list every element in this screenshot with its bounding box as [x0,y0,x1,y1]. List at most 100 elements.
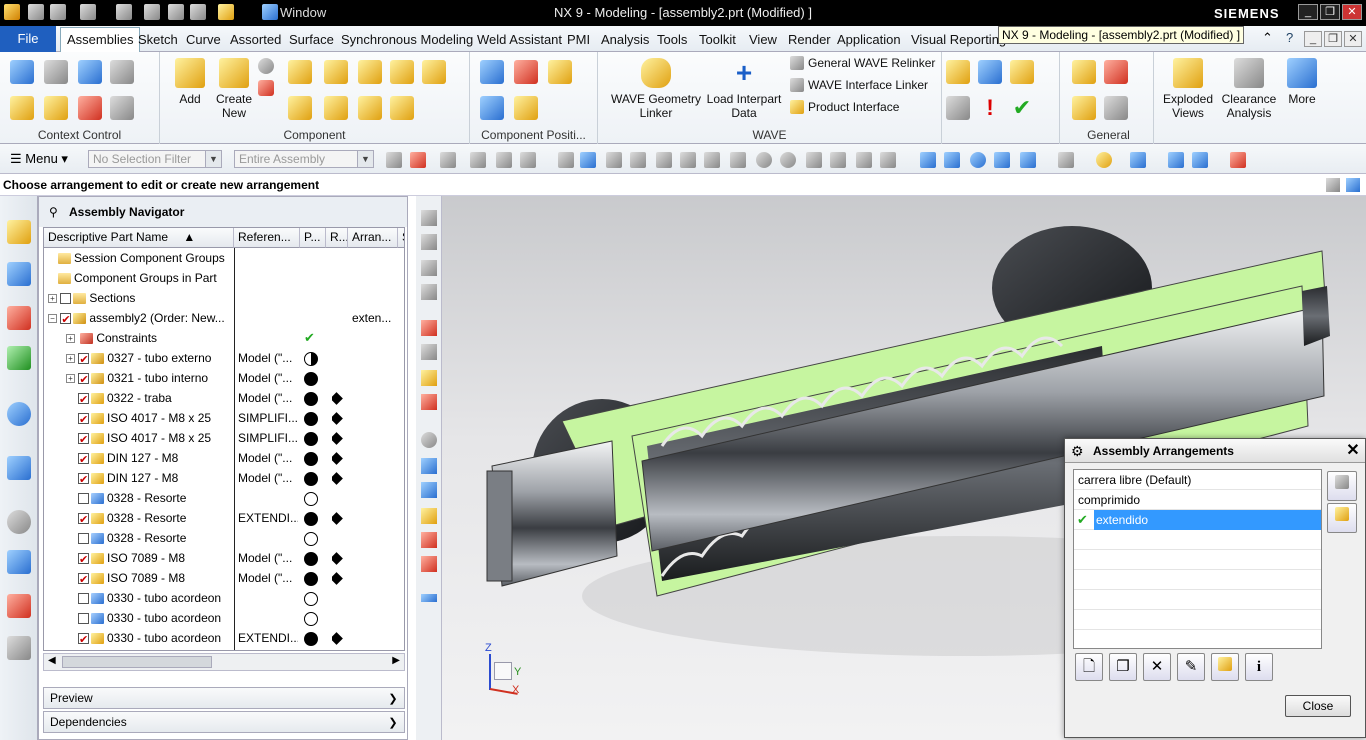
general-wave-relinker-button[interactable]: General WAVE Relinker [790,56,935,70]
visibility-checkbox[interactable] [78,390,89,408]
column-header-s[interactable]: S [398,228,404,248]
preview-section[interactable]: Preview ❯ [43,687,405,709]
arc-center-icon[interactable] [756,152,772,168]
status-icon-2[interactable] [1346,178,1360,192]
selection-scope-dropdown[interactable]: Entire Assembly ▼ [234,150,374,168]
part-navigator-icon[interactable] [7,306,31,330]
scrollbar-thumb[interactable] [62,656,212,668]
general-icon-2[interactable] [1104,60,1128,84]
clip-section-icon[interactable] [1192,152,1208,168]
visibility-checkbox[interactable] [78,570,89,588]
delete-component-icon[interactable] [288,96,312,120]
edit-section-icon[interactable] [1168,152,1184,168]
rotate-view-icon[interactable] [970,152,986,168]
visibility-checkbox[interactable] [78,593,89,605]
dependencies-section[interactable]: Dependencies ❯ [43,711,405,733]
tab-file[interactable]: File [0,26,56,52]
component-array-icon[interactable] [324,60,348,84]
close-component-icon[interactable] [78,96,102,120]
point-on-face-icon[interactable] [856,152,872,168]
constraint-navigator-icon[interactable] [7,262,31,286]
endpoint-icon[interactable] [656,152,672,168]
general-icon-1[interactable] [1072,60,1096,84]
expand-icon[interactable]: + [66,334,75,344]
horizontal-scrollbar[interactable]: ◀ ▶ [43,653,405,671]
view-icon-14[interactable] [421,556,437,572]
replace-component-icon[interactable] [78,60,102,84]
info-button[interactable]: i [1245,653,1273,681]
arrangement-item-selected[interactable]: ✔ extendido [1074,510,1321,530]
view-icon-2[interactable] [421,234,437,250]
pan-icon[interactable] [994,152,1010,168]
view-icon-4[interactable] [421,284,437,300]
wave-icon[interactable] [422,60,446,84]
visibility-checkbox[interactable] [60,293,72,305]
assembly-constraints-icon[interactable] [514,60,538,84]
assembly-navigator-icon[interactable] [7,220,31,244]
refresh-links-icon[interactable] [1010,60,1034,84]
pin-icon[interactable]: ⚲ [49,205,58,219]
select-icon[interactable] [496,152,512,168]
show-constraints-icon[interactable] [548,60,572,84]
table-row[interactable]: Component Groups in Part [44,268,404,288]
tab-synchronous-modeling[interactable]: Synchronous Modeling [341,32,473,47]
check-icon[interactable]: ✔ [1010,96,1034,120]
help-icon[interactable]: ? [1286,30,1293,45]
tab-application[interactable]: Application [837,32,901,47]
expand-icon[interactable]: + [48,294,57,304]
arrangement-item[interactable]: carrera libre (Default) [1074,470,1321,490]
more-button[interactable]: More [1282,58,1322,106]
tab-assorted[interactable]: Assorted [230,32,281,47]
column-header-name[interactable]: Descriptive Part Name ▲ [44,228,234,248]
visibility-checkbox[interactable] [78,533,89,545]
table-row[interactable]: + Constraints ✔ [44,328,404,348]
fit-icon[interactable] [920,152,936,168]
set-displayed-part-icon[interactable] [44,60,68,84]
clearance-analysis-button[interactable]: Clearance Analysis [1218,58,1280,120]
visibility-checkbox[interactable] [78,550,89,568]
snap-point-icon-1[interactable] [606,152,622,168]
web-browser-icon[interactable] [7,456,31,480]
doc-restore-button[interactable]: ❐ [1324,31,1342,47]
column-header-reference[interactable]: Referen... [234,228,300,248]
visibility-checkbox[interactable] [78,470,89,488]
table-row[interactable]: + Sections [44,288,404,308]
part-info-icon[interactable] [946,96,970,120]
table-row[interactable]: 0330 - tubo acordeon [44,608,404,628]
visibility-checkbox[interactable] [78,430,89,448]
table-row[interactable]: + 0321 - tubo interno Model ("... [44,368,404,388]
collapse-icon[interactable]: − [48,314,57,324]
show-hide-icon[interactable] [1130,152,1146,168]
history-icon[interactable] [7,510,31,534]
hd3d-tools-icon[interactable] [7,402,31,426]
visibility-checkbox[interactable] [78,630,89,648]
visibility-checkbox[interactable] [78,410,89,428]
view-icon-13[interactable] [421,532,437,548]
orient-view-icon[interactable] [1020,152,1036,168]
properties-arrangement-button[interactable] [1211,653,1239,681]
lighting-icon[interactable] [1096,152,1112,168]
zoom-icon[interactable] [944,152,960,168]
open-component-icon[interactable] [44,96,68,120]
roles-icon[interactable] [7,636,31,660]
open-by-proximity-icon[interactable] [110,60,134,84]
table-row[interactable]: 0330 - tubo acordeon EXTENDI... [44,628,404,648]
tab-render[interactable]: Render [788,32,831,47]
snap-icon[interactable] [386,152,402,168]
filter-icon[interactable] [440,152,456,168]
close-icon[interactable]: ✕ [1343,441,1363,461]
table-row[interactable]: ISO 7089 - M8 Model ("... [44,568,404,588]
view-icon-8[interactable] [421,394,437,410]
view-icon-10[interactable] [421,458,437,474]
visibility-checkbox[interactable] [78,613,89,625]
substitute-icon[interactable] [358,60,382,84]
warning-icon[interactable]: ! [978,96,1002,120]
reuse-library-icon[interactable] [7,346,31,370]
view-icon-7[interactable] [421,370,437,386]
table-row[interactable]: ISO 4017 - M8 x 25 SIMPLIFI... [44,408,404,428]
tab-tools[interactable]: Tools [657,32,687,47]
solid-body-icon[interactable] [580,152,596,168]
tab-sketch[interactable]: Sketch [138,32,178,47]
table-row[interactable]: 0322 - traba Model ("... [44,388,404,408]
doc-minimize-button[interactable]: _ [1304,31,1322,47]
